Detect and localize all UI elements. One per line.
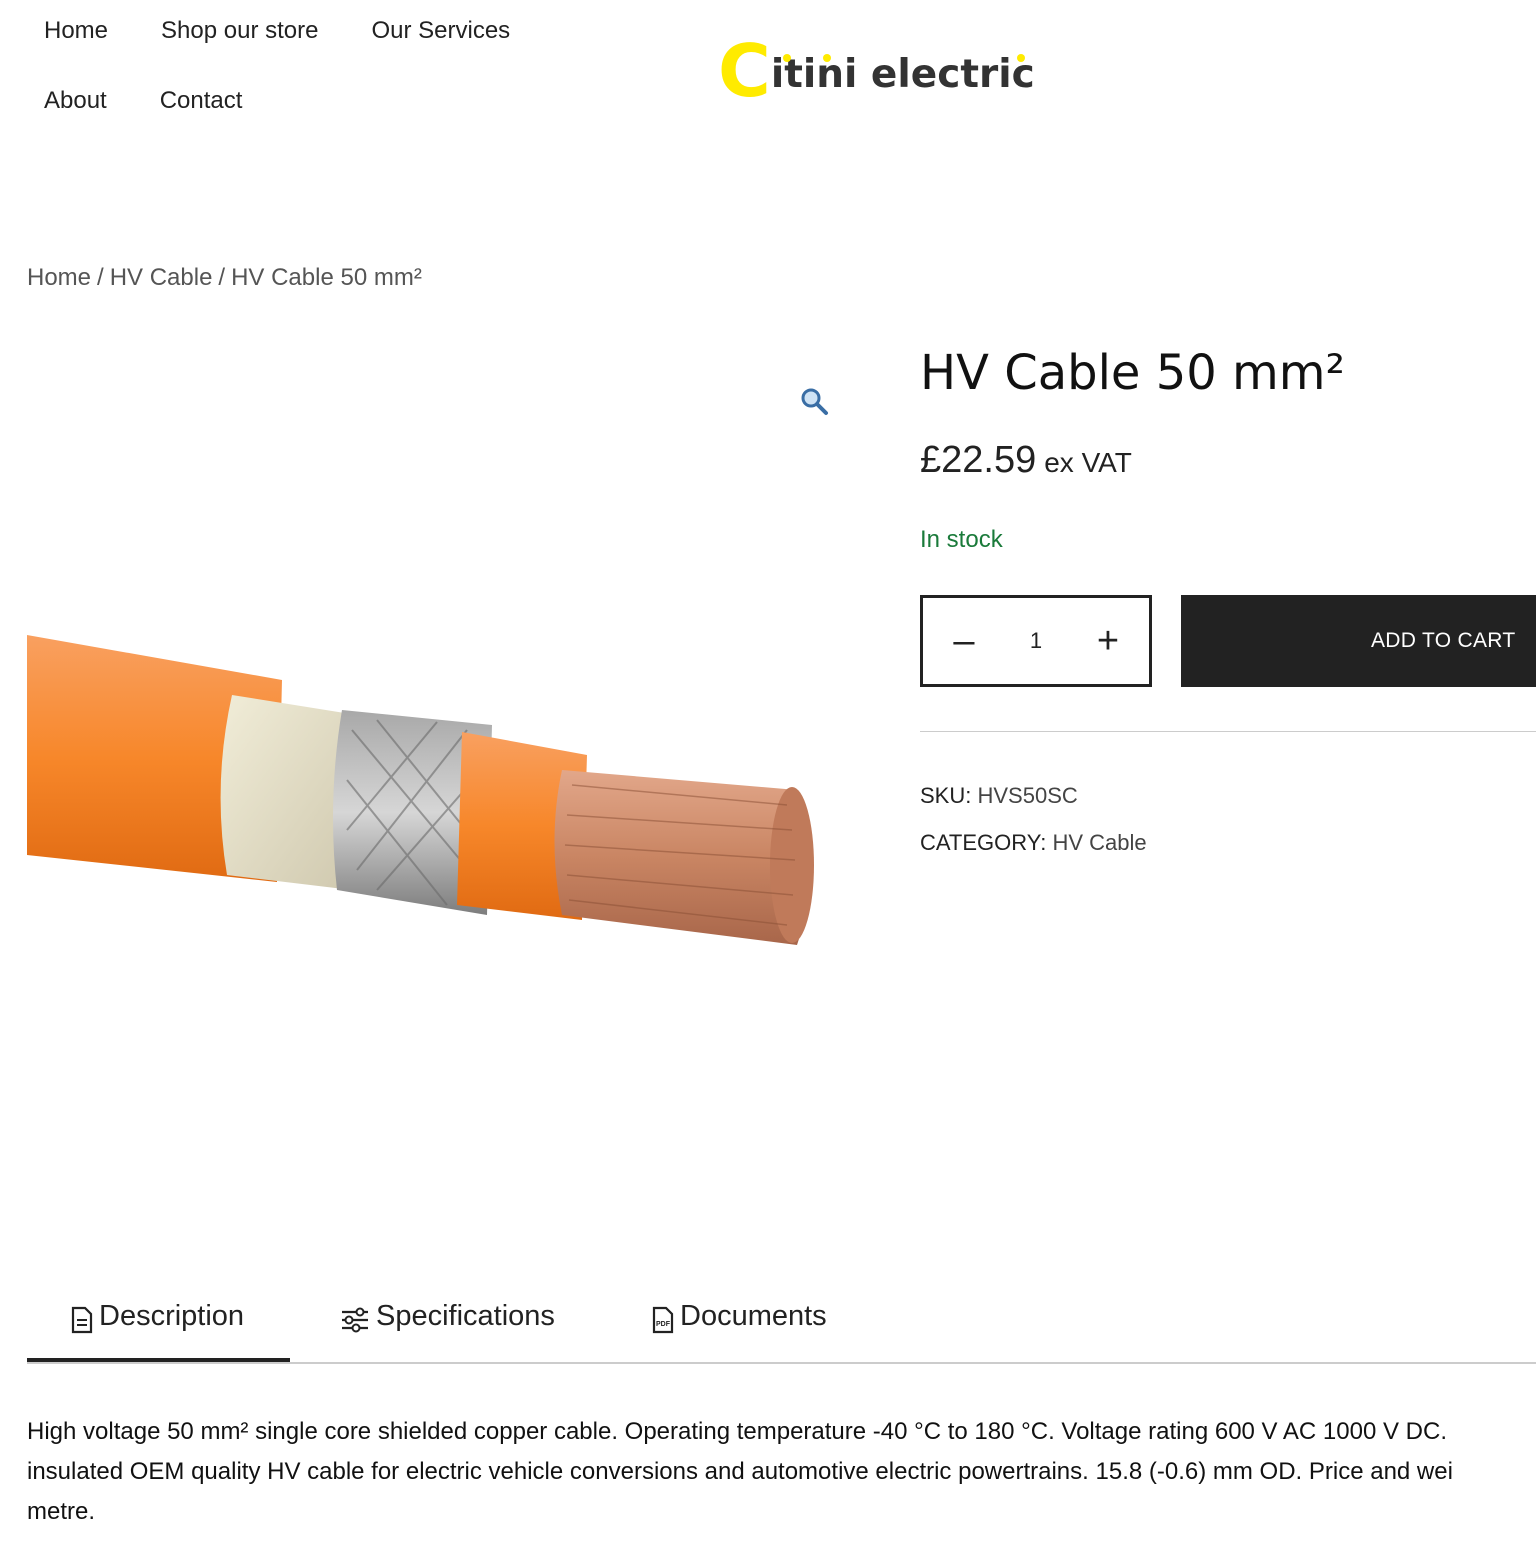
nav-row-2: About Contact (44, 84, 604, 154)
product-summary: HV Cable 50 mm² £22.59 ex VAT In stock – … (920, 345, 1536, 855)
site-logo[interactable]: C itini electric (718, 29, 1035, 113)
price-amount: £22.59 (920, 439, 1037, 481)
nav-row-1: Home Shop our store Our Services (44, 14, 604, 84)
stock-status: In stock (920, 526, 1003, 553)
breadcrumb-current: HV Cable 50 mm² (231, 264, 422, 291)
breadcrumb-home[interactable]: Home (27, 264, 91, 291)
logo-dot (782, 54, 791, 62)
quantity-increase-button[interactable]: + (1073, 598, 1143, 684)
description-line: insulated OEM quality HV cable for elect… (27, 1458, 1453, 1485)
summary-divider (920, 731, 1536, 732)
copper-end (770, 787, 814, 943)
product-image[interactable] (27, 360, 847, 1260)
tab-description[interactable]: Description (27, 1300, 290, 1362)
sku-row: SKU: HVS50SC (920, 772, 1147, 819)
main-nav: Home Shop our store Our Services About C… (44, 14, 604, 154)
add-to-cart-button[interactable]: ADD TO CART (1181, 595, 1536, 687)
product-meta: SKU: HVS50SC CATEGORY: HV Cable (920, 772, 1147, 866)
product-tabs: Description Specifications PDF Documents (27, 1290, 1536, 1364)
product-description: High voltage 50 mm² single core shielded… (27, 1412, 1536, 1532)
description-line: metre. (27, 1498, 96, 1525)
document-icon (71, 1306, 93, 1334)
product-title: HV Cable 50 mm² (920, 345, 1345, 401)
quantity-stepper: – + (920, 595, 1152, 687)
tab-documents[interactable]: PDF Documents (652, 1300, 827, 1362)
add-to-cart-form: – + ADD TO CART (920, 595, 1536, 687)
nav-home[interactable]: Home (44, 14, 108, 48)
tab-specifications[interactable]: Specifications (340, 1300, 555, 1362)
nav-shop[interactable]: Shop our store (161, 14, 318, 48)
product-price: £22.59 ex VAT (920, 439, 1536, 482)
nav-contact[interactable]: Contact (160, 84, 243, 118)
quantity-decrease-button[interactable]: – (929, 598, 999, 684)
tab-documents-label: Documents (680, 1300, 827, 1332)
pdf-icon: PDF (652, 1306, 674, 1334)
category-row: CATEGORY: HV Cable (920, 819, 1147, 866)
logo-dot (822, 54, 831, 62)
price-suffix: ex VAT (1044, 447, 1132, 478)
tab-specifications-label: Specifications (376, 1300, 555, 1332)
breadcrumb-category[interactable]: HV Cable (110, 264, 213, 291)
category-label: CATEGORY: (920, 830, 1047, 855)
svg-text:PDF: PDF (656, 1321, 671, 1328)
sliders-icon (342, 1307, 368, 1333)
logo-letter: C (718, 29, 771, 113)
breadcrumb-separator: / (218, 264, 226, 291)
product-gallery (27, 360, 847, 1260)
nav-services[interactable]: Our Services (371, 14, 510, 48)
sku-value: HVS50SC (977, 783, 1078, 808)
quantity-input[interactable] (998, 618, 1074, 664)
logo-wordmark: itini electric (770, 52, 1035, 97)
sku-label: SKU: (920, 783, 972, 808)
description-line: High voltage 50 mm² single core shielded… (27, 1418, 1447, 1445)
breadcrumb: Home / HV Cable / HV Cable 50 mm² (27, 264, 422, 292)
category-link[interactable]: HV Cable (1052, 830, 1146, 855)
nav-about[interactable]: About (44, 84, 107, 118)
tab-description-label: Description (99, 1300, 245, 1332)
breadcrumb-separator: / (97, 264, 104, 291)
logo-dot (1016, 54, 1025, 62)
